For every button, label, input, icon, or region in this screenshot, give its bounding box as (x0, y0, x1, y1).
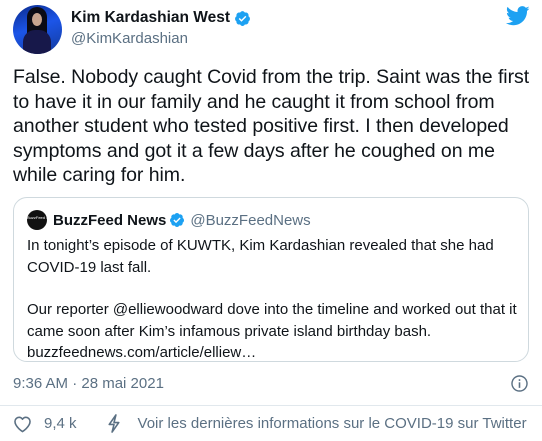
buzzfeed-news-logo: BuzzFeed News (27, 210, 47, 230)
quoted-handle: @BuzzFeedNews (190, 211, 311, 229)
tweet-text: False. Nobody caught Covid from the trip… (13, 66, 530, 186)
embedded-tweet: Kim Kardashian West @KimKardashian False… (0, 0, 542, 441)
tweet-timestamp[interactable]: 9:36 AM · 28 mai 2021 (13, 375, 164, 392)
quoted-display-name: BuzzFeed News (53, 211, 167, 229)
quoted-tweet-body: In tonight’s episode of KUWTK, Kim Karda… (27, 235, 522, 364)
twitter-bird-icon[interactable] (506, 6, 530, 26)
quoted-tweet-card[interactable]: BuzzFeed News BuzzFeed News @BuzzFeedNew… (13, 197, 529, 362)
author-name-row[interactable]: Kim Kardashian West (71, 9, 251, 27)
author-avatar[interactable] (13, 5, 62, 54)
tweet-actions: 9,4 k Voir les dernières informations su… (13, 414, 527, 433)
verified-badge-icon (170, 213, 185, 227)
author-display-name[interactable]: Kim Kardashian West (71, 9, 230, 27)
like-count[interactable]: 9,4 k (44, 415, 77, 432)
lightning-bolt-icon[interactable] (107, 414, 121, 433)
divider (0, 405, 542, 406)
info-icon[interactable] (510, 374, 529, 393)
quoted-tweet-header: BuzzFeed News BuzzFeed News @BuzzFeedNew… (27, 210, 311, 230)
quoted-link[interactable]: buzzfeednews.com/article/elliew… (27, 342, 522, 364)
covid-info-link[interactable]: Voir les dernières informations sur le C… (138, 415, 527, 432)
verified-badge-icon (235, 10, 251, 26)
quoted-paragraph-2: Our reporter @elliewoodward dove into th… (27, 301, 517, 340)
heart-icon[interactable] (13, 415, 32, 433)
quoted-paragraph-1: In tonight’s episode of KUWTK, Kim Karda… (27, 237, 494, 276)
author-handle[interactable]: @KimKardashian (71, 30, 188, 47)
